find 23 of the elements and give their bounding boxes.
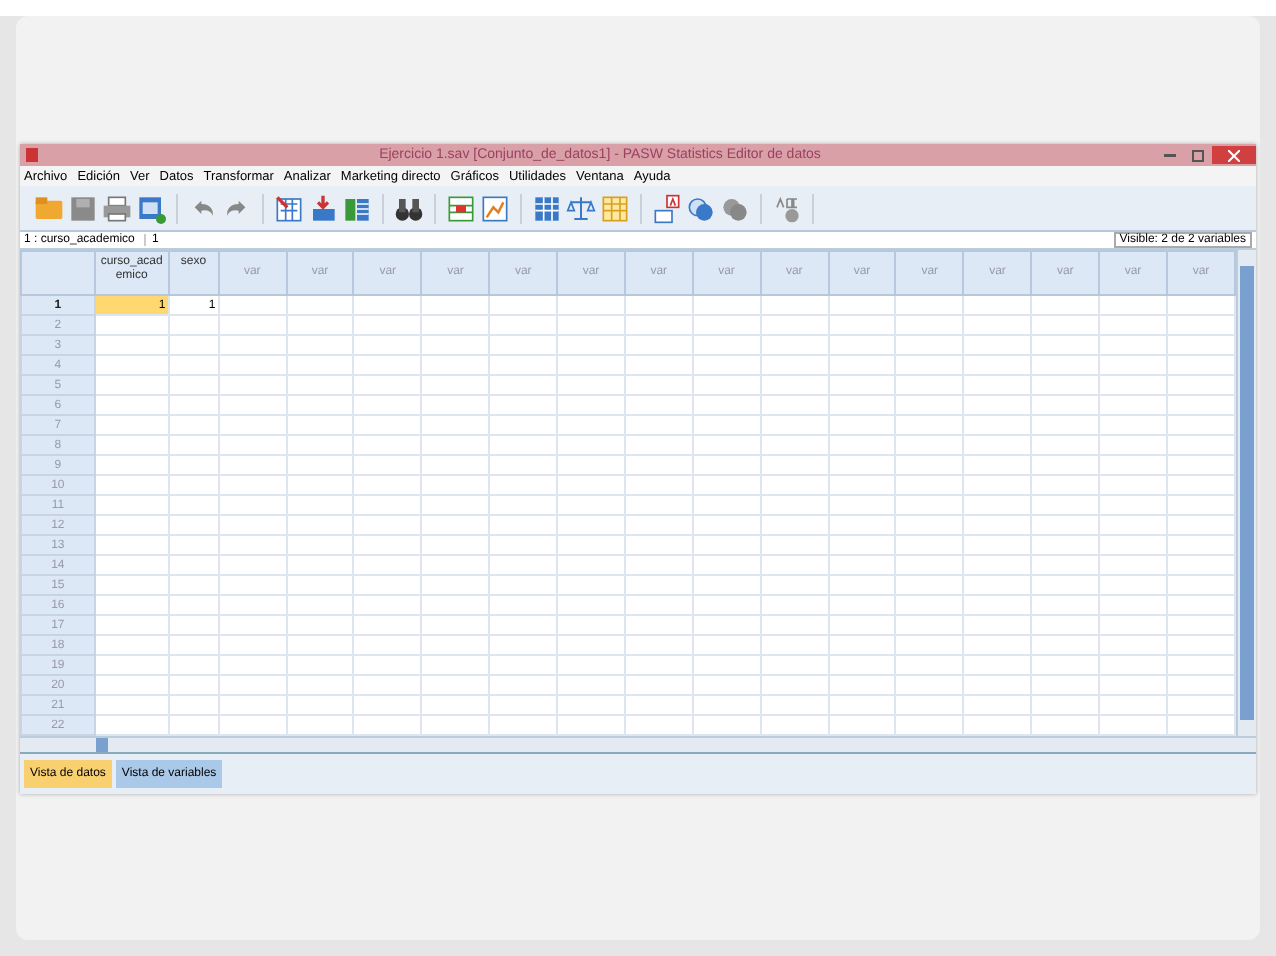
variables-icon[interactable]	[342, 193, 372, 223]
close-icon	[1228, 149, 1240, 161]
column-arrow-icon[interactable]	[308, 193, 338, 223]
chart-window-icon[interactable]	[480, 193, 510, 223]
insert-cases-icon[interactable]	[446, 193, 476, 223]
circles-icon[interactable]	[686, 193, 716, 223]
horizontal-scrollbar[interactable]	[20, 736, 1256, 752]
spellcheck-icon[interactable]	[772, 193, 802, 223]
selection-grid-icon[interactable]	[600, 193, 630, 223]
minimize-icon	[1164, 153, 1176, 157]
maximize-icon	[1192, 149, 1204, 161]
vertical-scrollbar[interactable]	[1236, 250, 1256, 736]
overlapping-circles-icon[interactable]	[720, 193, 750, 223]
value-labels-icon[interactable]	[652, 193, 682, 223]
app-icon	[26, 148, 38, 162]
binoculars-icon[interactable]	[394, 193, 424, 223]
table-icon[interactable]	[532, 193, 562, 223]
folder-icon[interactable]	[34, 193, 64, 223]
scale-icon[interactable]	[566, 193, 596, 223]
close-button[interactable]	[1212, 146, 1256, 164]
grid-arrow-icon[interactable]	[274, 193, 304, 223]
printer-icon[interactable]	[102, 193, 132, 223]
dialog-icon[interactable]	[136, 193, 166, 223]
